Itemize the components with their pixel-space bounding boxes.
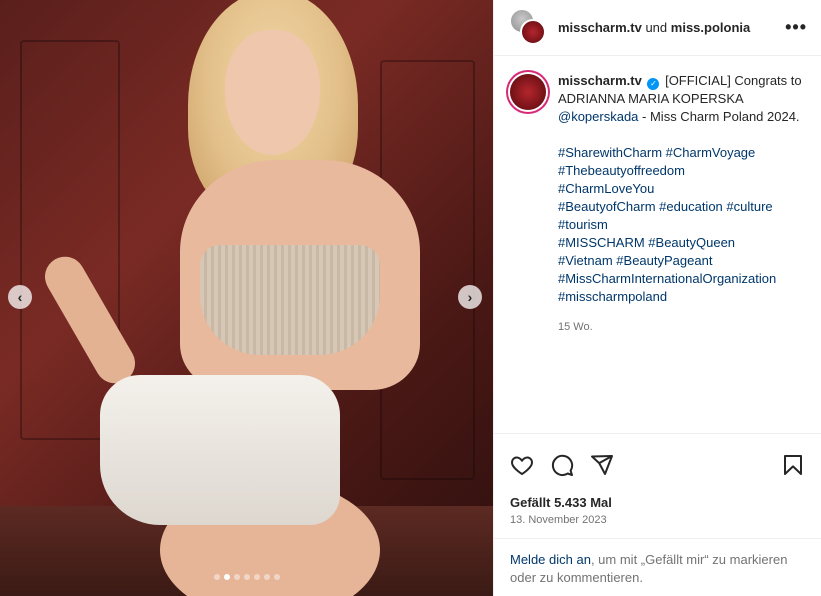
heart-icon[interactable] (510, 453, 534, 477)
bookmark-icon[interactable] (781, 453, 805, 477)
slide-dot (233, 574, 240, 580)
slide-indicator (0, 574, 493, 580)
hashtag-line[interactable]: #tourism (558, 216, 805, 234)
hashtag-line[interactable]: #Vietnam #BeautyPageant (558, 252, 805, 270)
collab-names: misscharm.tv und miss.polonia (558, 20, 785, 35)
hashtag-line[interactable]: #MISSCHARM #BeautyQueen (558, 234, 805, 252)
photo-face (225, 30, 320, 155)
post-date: 13. November 2023 (510, 514, 607, 526)
login-prompt: Melde dich an, um mit „Gefällt mir“ zu m… (494, 538, 821, 596)
post-photo (0, 0, 493, 596)
caption-mention[interactable]: @koperskada (558, 109, 638, 124)
hashtag-line[interactable]: #CharmLoveYou (558, 180, 805, 198)
caption-timestamp: 15 Wo. (558, 321, 593, 333)
caption-avatar[interactable] (510, 74, 546, 110)
next-slide-button[interactable]: › (458, 285, 482, 309)
caption-outro: - Miss Charm Poland 2024. (642, 109, 800, 124)
hashtag-line[interactable]: #BeautyofCharm #education #culture (558, 198, 805, 216)
slide-dot (243, 574, 250, 580)
action-bar (494, 433, 821, 495)
verified-icon: ✓ (647, 78, 660, 90)
post-side-panel: misscharm.tv und miss.polonia ••• missch… (493, 0, 821, 596)
caption-username[interactable]: misscharm.tv (558, 73, 642, 88)
share-icon[interactable] (590, 453, 614, 477)
slide-dot (253, 574, 260, 580)
collab-avatars[interactable] (510, 8, 548, 47)
post-media[interactable]: ‹ › (0, 0, 493, 596)
chevron-left-icon: ‹ (17, 289, 23, 305)
hashtag-line[interactable]: #misscharmpoland (558, 288, 805, 306)
photo-top (200, 245, 380, 355)
comment-icon[interactable] (550, 453, 574, 477)
avatar-primary (520, 18, 546, 45)
hashtag-line[interactable]: #MissCharmInternationalOrganization (558, 270, 805, 288)
hashtag-line[interactable]: #SharewithCharm #CharmVoyage (558, 144, 805, 162)
slide-dot (213, 574, 220, 580)
post-dialog: ‹ › misscharm.tv und miss.polonia ••• mi… (0, 0, 821, 596)
slide-dot (273, 574, 280, 580)
caption-section: misscharm.tv ✓ [OFFICIAL] Congrats to AD… (494, 56, 821, 433)
post-header: misscharm.tv und miss.polonia ••• (494, 0, 821, 56)
hashtag-list: #SharewithCharm #CharmVoyage #Thebeautyo… (558, 144, 805, 306)
hashtag-line[interactable]: #Thebeautyoffreedom (558, 162, 805, 180)
account-link-secondary[interactable]: miss.polonia (671, 20, 750, 35)
previous-slide-button[interactable]: ‹ (8, 285, 32, 309)
login-link[interactable]: Melde dich an (510, 552, 591, 567)
more-icon[interactable]: ••• (785, 17, 807, 38)
slide-dot (223, 574, 230, 580)
photo-skirt (100, 375, 340, 525)
caption-body: misscharm.tv ✓ [OFFICIAL] Congrats to AD… (558, 72, 805, 433)
connector-text: und (645, 20, 668, 35)
slide-dot (263, 574, 270, 580)
account-link-primary[interactable]: misscharm.tv (558, 20, 642, 35)
chevron-right-icon: › (467, 289, 473, 305)
like-count[interactable]: Gefällt 5.433 Mal (494, 495, 821, 510)
